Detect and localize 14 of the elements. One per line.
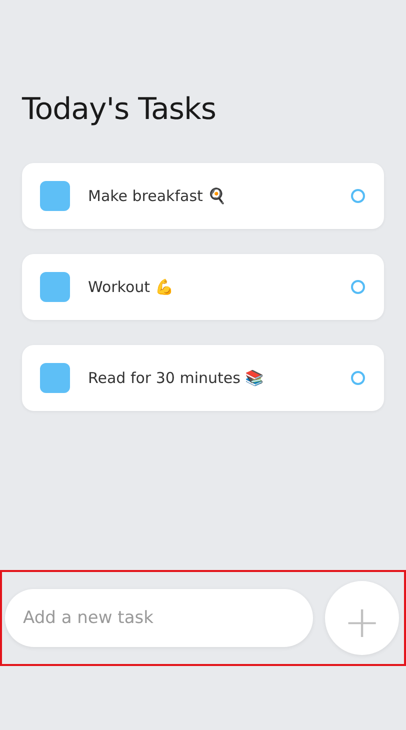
task-input-field[interactable]: Add a new task xyxy=(5,589,313,647)
task-checkbox[interactable] xyxy=(351,371,365,385)
task-text: Read for 30 minutes 📚 xyxy=(88,369,266,387)
task-square-icon xyxy=(40,272,70,302)
task-text: Workout 💪 xyxy=(88,278,175,296)
task-square-icon xyxy=(40,363,70,393)
task-checkbox[interactable] xyxy=(351,189,365,203)
task-card[interactable]: Workout 💪 xyxy=(22,254,384,320)
task-text: Make breakfast 🍳 xyxy=(88,187,228,205)
task-square-icon xyxy=(40,181,70,211)
task-card[interactable]: Make breakfast 🍳 xyxy=(22,163,384,229)
task-card[interactable]: Read for 30 minutes 📚 xyxy=(22,345,384,411)
page-title: Today's Tasks xyxy=(22,92,218,127)
task-checkbox[interactable] xyxy=(351,280,365,294)
